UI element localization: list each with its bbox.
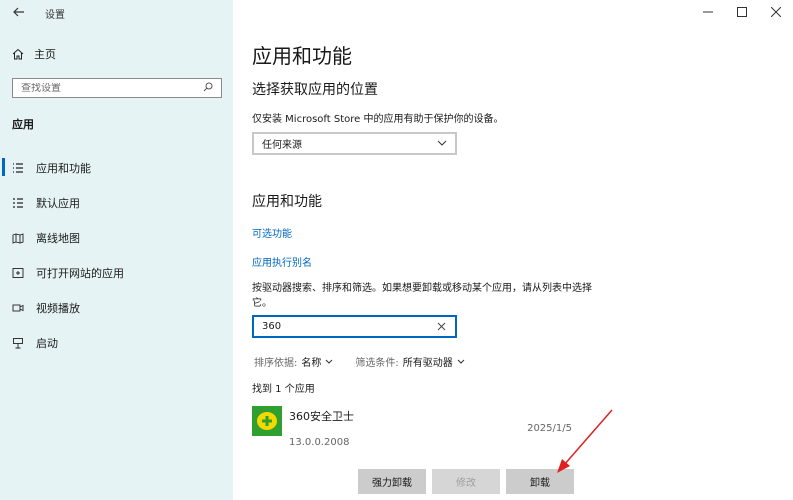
home-icon: [12, 48, 24, 60]
settings-search-box[interactable]: [12, 78, 222, 98]
app-name: 360安全卫士: [289, 410, 354, 423]
sort-dropdown[interactable]: 排序依据: 名称: [254, 354, 333, 369]
settings-search-input[interactable]: [21, 82, 203, 94]
section-label: 应用: [12, 118, 34, 131]
sidebar-item-label: 离线地图: [36, 231, 80, 245]
sort-filter-bar: 排序依据: 名称 筛选条件: 所有驱动器: [254, 354, 465, 369]
app-version: 13.0.0.2008: [289, 437, 350, 448]
home-label: 主页: [34, 48, 56, 61]
force-uninstall-button[interactable]: 强力卸载: [358, 469, 426, 494]
default-apps-icon: [12, 197, 24, 209]
sidebar-item-label: 应用和功能: [36, 161, 91, 175]
filter-label: 筛选条件:: [355, 358, 399, 369]
install-source-description: 仅安装 Microsoft Store 中的应用有助于保护你的设备。: [252, 114, 504, 125]
apps-features-heading: 应用和功能: [252, 194, 322, 210]
sidebar-item-website-apps[interactable]: 可打开网站的应用: [0, 255, 233, 290]
360-security-icon: [252, 406, 282, 436]
app-install-date: 2025/1/5: [527, 423, 572, 434]
apps-list-icon: [12, 162, 24, 174]
sidebar-item-apps-features[interactable]: 应用和功能: [0, 150, 233, 185]
startup-icon: [12, 337, 24, 349]
clear-icon[interactable]: [435, 321, 447, 333]
filter-dropdown[interactable]: 筛选条件: 所有驱动器: [355, 354, 465, 369]
page-title: 应用和功能: [252, 44, 352, 68]
app-search-box[interactable]: [252, 315, 457, 338]
chevron-down-icon: [325, 356, 333, 367]
sidebar-item-startup[interactable]: 启动: [0, 325, 233, 360]
back-arrow-icon[interactable]: [12, 5, 26, 19]
offline-map-icon: [12, 232, 24, 244]
sidebar-item-video-playback[interactable]: 视频播放: [0, 290, 233, 325]
app-execution-aliases-link[interactable]: 应用执行别名: [252, 254, 312, 269]
sidebar-item-default-apps[interactable]: 默认应用: [0, 185, 233, 220]
install-source-dropdown[interactable]: 任何来源: [252, 132, 457, 155]
app-list-item[interactable]: 360安全卫士 2025/1/5 13.0.0.2008: [252, 402, 582, 458]
install-source-heading: 选择获取应用的位置: [252, 82, 378, 98]
modify-button[interactable]: 修改: [432, 469, 500, 494]
website-apps-icon: [12, 267, 24, 279]
app-search-input[interactable]: [262, 321, 435, 332]
sidebar-item-label: 启动: [36, 336, 58, 350]
video-playback-icon: [12, 302, 24, 314]
search-icon[interactable]: [203, 82, 213, 95]
sidebar-item-offline-maps[interactable]: 离线地图: [0, 220, 233, 255]
sidebar-item-label: 视频播放: [36, 301, 80, 315]
main-content: 应用和功能 选择获取应用的位置 仅安装 Microsoft Store 中的应用…: [252, 0, 772, 500]
sort-label: 排序依据:: [254, 358, 298, 369]
sidebar-item-label: 可打开网站的应用: [36, 266, 124, 280]
sidebar-item-label: 默认应用: [36, 196, 80, 210]
chevron-down-icon: [437, 138, 447, 149]
home-link[interactable]: 主页: [12, 46, 56, 62]
dropdown-value: 任何来源: [262, 140, 302, 151]
sidebar-nav: 应用和功能 默认应用 离线地图 可打开网站的应用 视频播放 启动: [0, 150, 233, 360]
window-title: 设置: [45, 10, 65, 21]
apps-search-description: 按驱动器搜索、排序和筛选。如果想要卸载或移动某个应用，请从列表中选择它。: [252, 283, 592, 309]
sort-value: 名称: [301, 358, 322, 369]
sidebar: 设置 主页 应用 应用和功能 默认应用 离线地图: [0, 0, 233, 500]
filter-value: 所有驱动器: [402, 358, 453, 369]
results-count: 找到 1 个应用: [252, 384, 315, 395]
optional-features-link[interactable]: 可选功能: [252, 225, 292, 240]
chevron-down-icon: [457, 356, 465, 367]
uninstall-button[interactable]: 卸载: [506, 469, 574, 494]
